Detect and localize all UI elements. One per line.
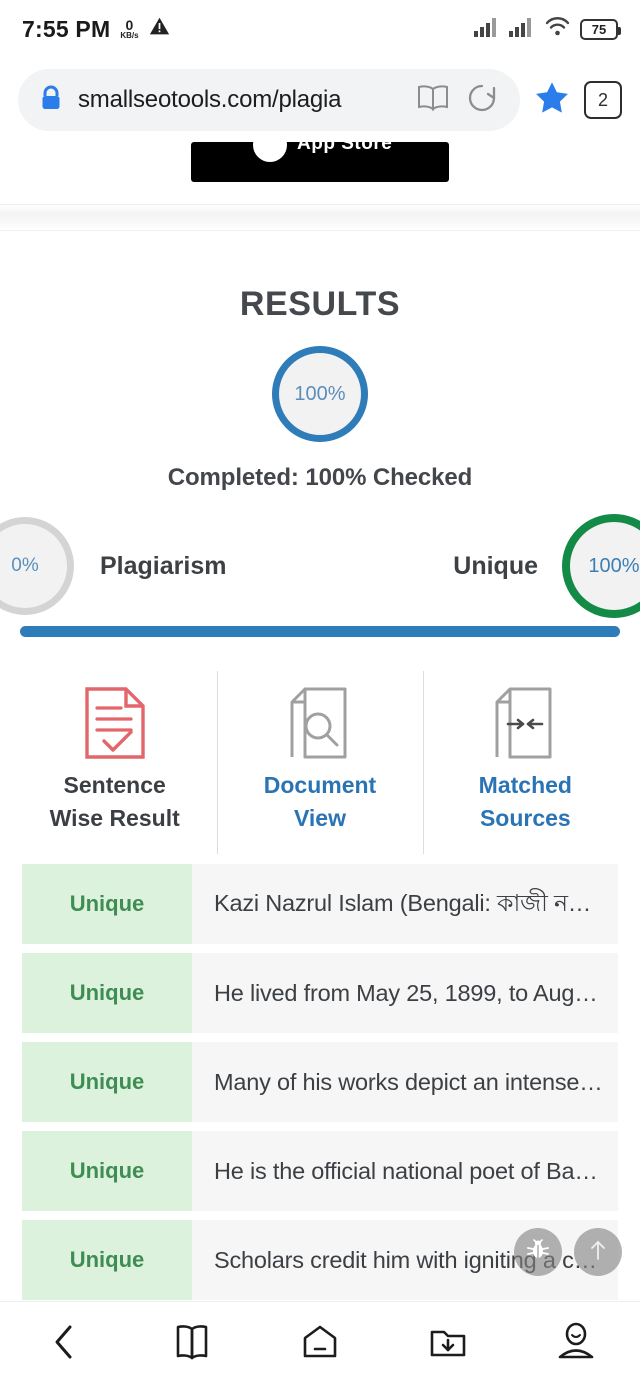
unique-value: 100% [588,554,640,577]
plagiarism-value: 0% [11,555,39,576]
unique-label: Unique [453,551,538,580]
tab-label-line1: Matched [478,772,572,798]
apple-logo-icon [253,142,287,162]
network-speed-value: 0 [125,17,134,33]
tab-matched-sources-label: Matched Sources [479,769,572,834]
tab-count-text: 2 [597,89,608,110]
battery-indicator: 75 [580,18,621,40]
back-chevron-icon [47,1322,81,1367]
table-row[interactable]: Unique Kazi Nazrul Islam (Bengali: কাজী … [0,864,640,945]
signal-bars-icon [509,17,535,42]
status-badge: Unique [22,1131,192,1212]
reload-icon[interactable] [466,82,498,119]
bug-report-icon [525,1237,551,1268]
tab-sentence-wise-result[interactable]: Sentence Wise Result [12,671,217,854]
page-content: App Store RESULTS 100% Completed: 100% C… [0,142,640,1301]
tab-document-view-label: Document View [264,769,376,834]
plagiarism-label: Plagiarism [100,551,227,580]
unique-stat: Unique 100% [453,514,640,618]
sentence-text: Kazi Nazrul Islam (Bengali: কাজী ন… [192,864,618,945]
overall-progress-donut: 100% [272,346,368,442]
lock-icon [40,85,62,116]
ad-banner-label: App Store [297,142,393,154]
nav-home-button[interactable] [256,1321,384,1368]
ad-banner-container[interactable]: App Store [0,142,640,204]
profile-person-icon [556,1321,596,1368]
document-search-icon [289,685,351,761]
scroll-to-top-arrow-icon [587,1238,609,1267]
sentence-text: Many of his works depict an intense… [192,1042,618,1123]
floating-action-buttons [514,1228,622,1276]
status-bar-left: 7:55 PM 0 KB/s [22,16,170,43]
bookmarks-book-icon [172,1321,212,1368]
battery-level-text: 75 [591,21,607,37]
tab-label-line2: View [293,804,346,831]
star-bookmark-icon[interactable] [532,78,572,123]
wifi-icon [544,16,571,42]
unique-donut: 100% [562,514,640,618]
tab-document-view[interactable]: Document View [217,671,422,855]
tab-label-line1: Sentence [63,772,166,798]
scroll-to-top-button[interactable] [574,1228,622,1276]
stats-row: 0% Plagiarism Unique 100% [0,512,640,620]
signal-bars-icon [474,17,500,42]
nav-profile-button[interactable] [512,1321,640,1368]
completed-status-text: Completed: 100% Checked [167,464,473,491]
status-badge: Unique [22,1220,192,1301]
document-check-icon [84,685,146,761]
network-speed-unit: KB/s [120,31,139,40]
browser-url-bar: smallseotools.com/plagia 2 [0,58,640,142]
network-speed-indicator: 0 KB/s [120,18,138,40]
browser-bottom-nav [0,1301,640,1387]
sentence-text: He lived from May 25, 1899, to Aug… [192,953,618,1034]
url-text: smallseotools.com/plagia [78,86,342,113]
app-store-ad-banner[interactable]: App Store [191,142,449,182]
address-bar[interactable]: smallseotools.com/plagia [18,69,520,131]
sentence-text: He is the official national poet of Ba… [192,1131,618,1212]
tab-counter-button[interactable]: 2 [584,81,622,119]
table-row[interactable]: Unique He is the official national poet … [0,1131,640,1212]
table-row[interactable]: Unique Many of his works depict an inten… [0,1042,640,1123]
downloads-folder-icon [427,1321,469,1368]
tab-sentence-wise-result-label: Sentence Wise Result [50,769,180,834]
overall-progress-container: 100% [0,346,640,442]
page-title: RESULTS [239,285,401,323]
book-reader-icon[interactable] [416,83,450,118]
nav-back-button[interactable] [0,1322,128,1367]
tab-label-line2: Sources [479,804,571,831]
tab-label-line1: Document [263,772,377,798]
nav-bookmarks-button[interactable] [128,1321,256,1368]
warning-triangle-icon [149,16,170,42]
section-separator [0,204,640,231]
overall-progress-value: 100% [294,382,346,405]
plagiarism-donut: 0% [0,517,74,615]
status-badge: Unique [22,1042,192,1123]
bug-report-button[interactable] [514,1228,562,1276]
document-match-icon [494,685,556,761]
status-clock: 7:55 PM [22,15,111,42]
status-bar-right: 75 [474,16,621,42]
nav-downloads-button[interactable] [384,1321,512,1368]
result-view-tabs: Sentence Wise Result Document View Match… [0,671,640,855]
progress-bar [20,626,620,637]
status-bar: 7:55 PM 0 KB/s 75 [0,0,640,58]
plagiarism-stat: 0% Plagiarism [0,517,226,615]
home-icon [299,1321,341,1368]
table-row[interactable]: Unique He lived from May 25, 1899, to Au… [0,953,640,1034]
status-badge: Unique [22,953,192,1034]
tab-matched-sources[interactable]: Matched Sources [422,671,628,855]
status-badge: Unique [22,864,192,945]
tab-label-line2: Wise Result [49,804,180,831]
